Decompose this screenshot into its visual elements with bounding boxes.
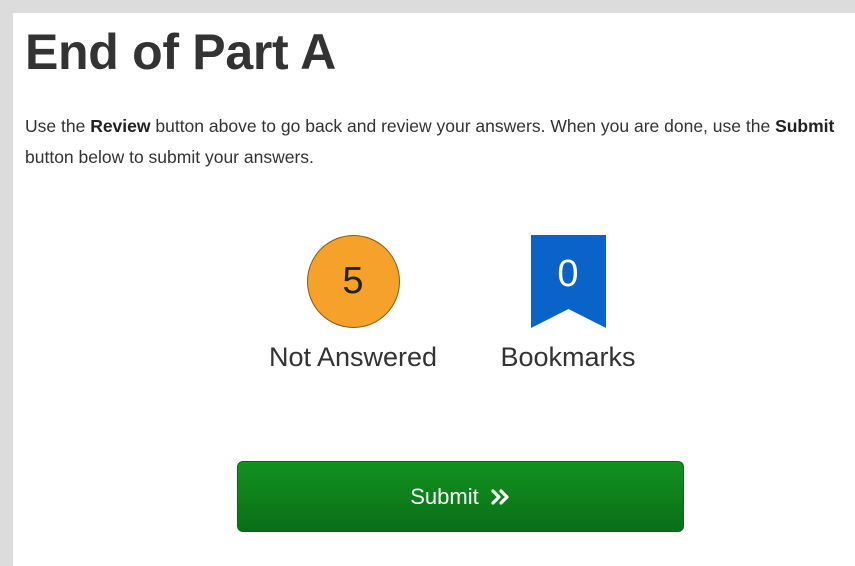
bookmarks-count: 0	[557, 253, 579, 295]
not-answered-count: 5	[342, 260, 364, 302]
end-of-part-panel: End of Part A Use the Review button abov…	[13, 13, 855, 566]
submit-button-label: Submit	[410, 483, 479, 509]
instructions-text: Use the Review button above to go back a…	[25, 111, 853, 173]
not-answered-label: Not Answered	[268, 342, 438, 372]
instructions-part-1: Use the	[25, 116, 91, 136]
review-keyword: Review	[90, 116, 151, 136]
submit-button[interactable]: Submit	[237, 461, 684, 532]
instructions-part-2: button above to go back and review your …	[150, 116, 776, 136]
bookmarks-label: Bookmarks	[500, 342, 636, 372]
double-chevron-right-icon	[491, 488, 511, 505]
instructions-part-3: button below to submit your answers.	[25, 147, 314, 167]
submit-keyword: Submit	[775, 116, 835, 136]
not-answered-stat: 5 Not Answered	[253, 235, 453, 374]
bookmarks-stat: 0 Bookmarks	[483, 235, 653, 374]
page-title: End of Part A	[25, 24, 336, 80]
bookmark-icon: 0	[530, 235, 606, 328]
not-answered-count-badge: 5	[306, 235, 400, 328]
